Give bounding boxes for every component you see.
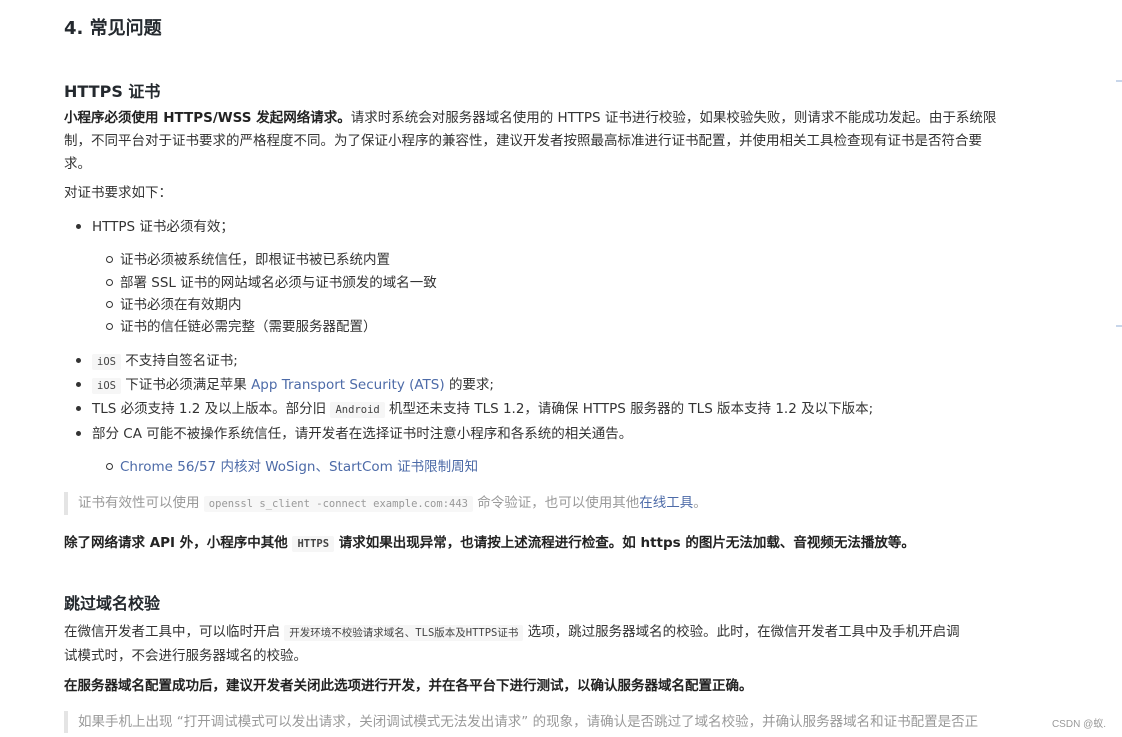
- sub-item-text: 部署 SSL 证书的网站域名必须与证书颁发的域名一致: [120, 275, 437, 291]
- sub-item-text: 证书的信任链必需完整（需要服务器配置）: [120, 319, 377, 335]
- list-item-text: 的要求;: [448, 377, 494, 393]
- https-intro-line1: 请求时系统会对服务器域名使用的 HTTPS 证书进行校验，如果校验失败，则请求不…: [350, 110, 997, 126]
- cert-check-quote: 证书有效性可以使用 openssl s_client -connect exam…: [64, 492, 1038, 515]
- inline-code: HTTPS: [292, 536, 335, 552]
- circle-bullet-icon: [106, 323, 113, 330]
- sub-item-chain: 证书的信任链必需完整（需要服务器配置）: [106, 316, 377, 338]
- skip-domain-heading: 跳过域名校验: [64, 594, 161, 613]
- https-intro-paragraph: 小程序必须使用 HTTPS/WSS 发起网络请求。请求时系统会对服务器域名使用的…: [64, 107, 1024, 176]
- skip-text-line2: 试模式时，不会进行服务器域名的校验。: [64, 648, 307, 664]
- list-item-ios-selfsigned: iOS 不支持自签名证书;: [76, 350, 238, 373]
- sub-item-text: 证书必须被系统信任，即根证书被已系统内置: [120, 252, 390, 268]
- list-item-cert-valid: HTTPS 证书必须有效；: [76, 216, 234, 238]
- chrome-notice-link[interactable]: Chrome 56/57 内核对 WoSign、StartCom 证书限制周知: [120, 459, 478, 475]
- bullet-icon: [76, 382, 81, 387]
- list-item-ca: 部分 CA 可能不被操作系统信任，请开发者在选择证书时注意小程序和各系统的相关通…: [76, 423, 632, 445]
- quote-text: 。: [693, 495, 707, 511]
- scroll-marker: [1116, 80, 1122, 82]
- skip-paragraph: 在微信开发者工具中，可以临时开启 开发环境不校验请求域名、TLS版本及HTTPS…: [64, 621, 1024, 668]
- skip-text: 选项，跳过服务器域名的校验。此时，在微信开发者工具中及手机开启调: [527, 624, 960, 640]
- bullet-icon: [76, 406, 81, 411]
- list-item-text: 不支持自签名证书;: [125, 353, 238, 369]
- sub-item-validity: 证书必须在有效期内: [106, 294, 242, 316]
- online-tools-link[interactable]: 在线工具: [639, 495, 693, 511]
- circle-bullet-icon: [106, 463, 113, 470]
- skip-bold-paragraph: 在服务器域名配置成功后，建议开发者关闭此选项进行开发，并在各平台下进行测试，以确…: [64, 678, 753, 694]
- list-item-ios-ats: iOS 下证书必须满足苹果 App Transport Security (AT…: [76, 374, 494, 397]
- circle-bullet-icon: [106, 279, 113, 286]
- bullet-icon: [76, 224, 81, 229]
- bullet-icon: [76, 431, 81, 436]
- bullet-icon: [76, 358, 81, 363]
- sub-item-trusted: 证书必须被系统信任，即根证书被已系统内置: [106, 249, 390, 271]
- https-intro-bold: 小程序必须使用 HTTPS/WSS 发起网络请求。: [64, 110, 351, 126]
- https-note-paragraph: 除了网络请求 API 外，小程序中其他 HTTPS 请求如果出现异常，也请按上述…: [64, 532, 1024, 556]
- quote-text: 证书有效性可以使用: [78, 495, 200, 511]
- dev-option-code: 开发环境不校验请求域名、TLS版本及HTTPS证书: [284, 625, 524, 641]
- list-item-text: 部分 CA 可能不被操作系统信任，请开发者在选择证书时注意小程序和各系统的相关通…: [92, 426, 633, 442]
- quote-text: 命令验证，也可以使用其他: [477, 495, 640, 511]
- https-intro-line3: 求。: [64, 156, 91, 172]
- csdn-watermark: CSDN @蚁.: [1051, 719, 1106, 730]
- circle-bullet-icon: [106, 256, 113, 263]
- openssl-command-code: openssl s_client -connect example.com:44…: [203, 496, 473, 512]
- list-item-tls: TLS 必须支持 1.2 及以上版本。部分旧 Android 机型还未支持 TL…: [76, 398, 873, 421]
- list-item-text: 下证书必须满足苹果: [125, 377, 247, 393]
- sub-item-text: 证书必须在有效期内: [120, 297, 242, 313]
- list-item-text: TLS 必须支持 1.2 及以上版本。部分旧: [92, 401, 327, 417]
- circle-bullet-icon: [106, 301, 113, 308]
- debug-mode-quote: 如果手机上出现 “打开调试模式可以发出请求，关闭调试模式无法发出请求” 的现象，…: [64, 711, 1038, 733]
- inline-code: iOS: [92, 354, 121, 370]
- skip-text: 在微信开发者工具中，可以临时开启: [64, 624, 280, 640]
- https-cert-heading: HTTPS 证书: [64, 82, 161, 101]
- note-text: 除了网络请求 API 外，小程序中其他: [64, 535, 288, 551]
- section-title: 4. 常见问题: [64, 18, 162, 39]
- requirements-label: 对证书要求如下：: [64, 185, 172, 201]
- inline-code: Android: [330, 402, 385, 418]
- list-item-text: HTTPS 证书必须有效；: [92, 219, 234, 235]
- note-text: 请求如果出现异常，也请按上述流程进行检查。如 https 的图片无法加载、音视频…: [338, 535, 915, 551]
- list-item-text: 机型还未支持 TLS 1.2，请确保 HTTPS 服务器的 TLS 版本支持 1…: [389, 401, 874, 417]
- https-intro-line2: 制，不同平台对于证书要求的严格程度不同。为了保证小程序的兼容性，建议开发者按照最…: [64, 133, 982, 149]
- sub-item-chrome-notice: Chrome 56/57 内核对 WoSign、StartCom 证书限制周知: [106, 456, 478, 478]
- scroll-marker: [1116, 325, 1122, 327]
- sub-item-domain-match: 部署 SSL 证书的网站域名必须与证书颁发的域名一致: [106, 272, 437, 294]
- inline-code: iOS: [92, 378, 121, 394]
- ats-link[interactable]: App Transport Security (ATS): [251, 377, 445, 393]
